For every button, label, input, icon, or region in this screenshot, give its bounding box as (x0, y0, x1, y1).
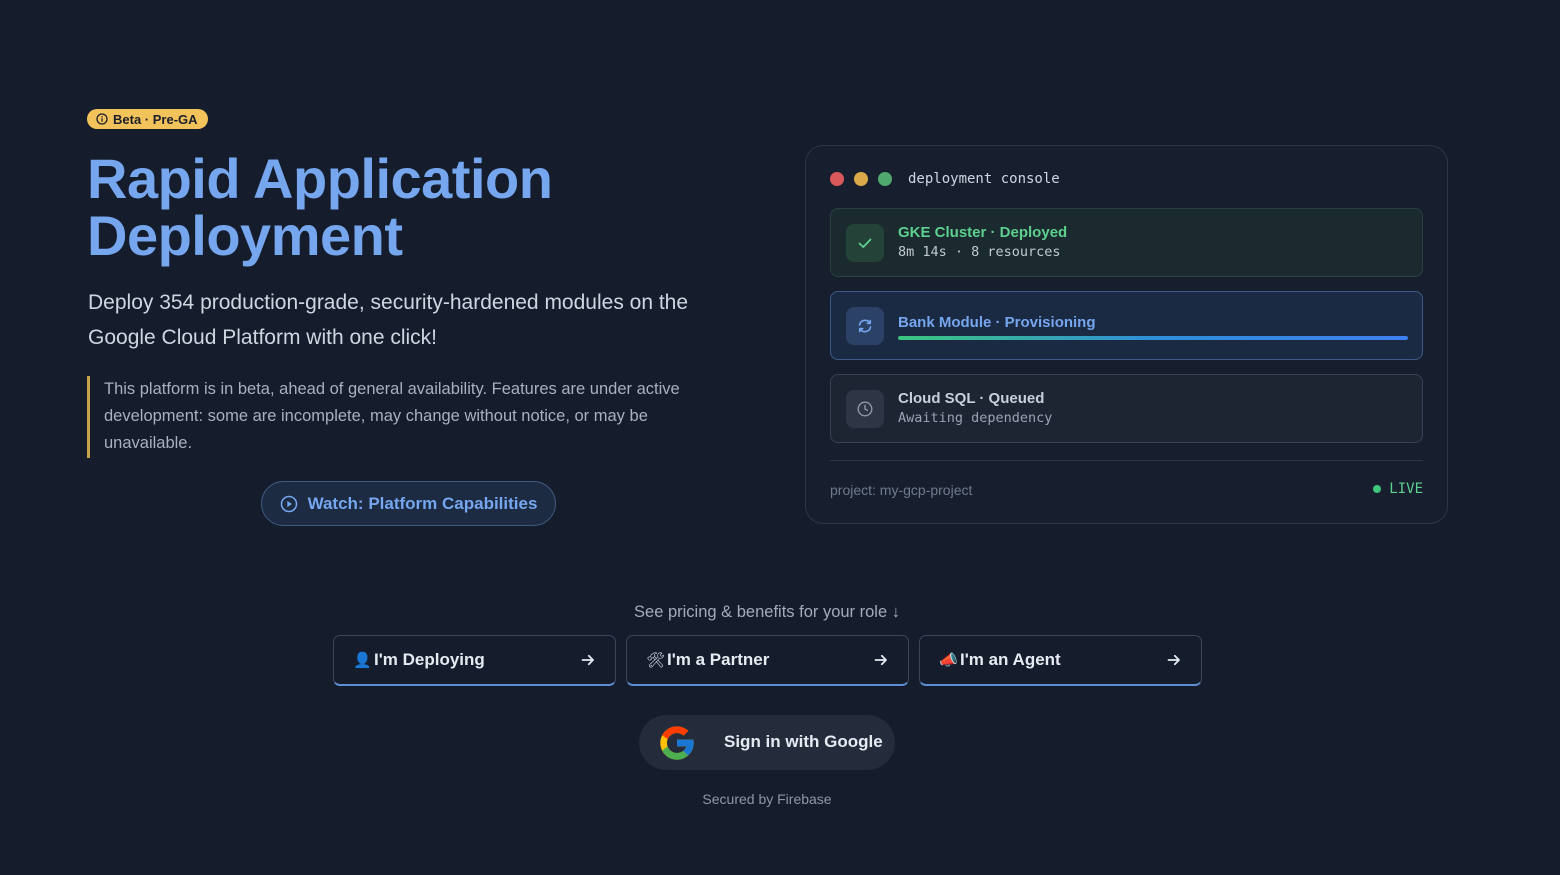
step-name: Bank Module · Provisioning (898, 314, 1096, 331)
role-label: I'm an Agent (960, 650, 1061, 669)
person-icon: 👤 (353, 651, 372, 669)
window-close-dot (830, 172, 844, 186)
hero-subtitle: Deploy 354 production-grade, security-ha… (88, 291, 689, 349)
step-name: GKE Cluster · Deployed (898, 224, 1068, 241)
arrow-right-icon (874, 654, 887, 666)
step-gke-cluster: GKE Cluster · Deployed 8m 14s · 8 resour… (830, 208, 1423, 277)
beta-badge-label: Beta · Pre-GA (113, 111, 198, 127)
role-agent-button[interactable]: 📣 I'm an Agent (919, 635, 1202, 686)
beta-notice: This platform is in beta, ahead of gener… (87, 376, 727, 458)
live-label: LIVE (1389, 481, 1423, 497)
google-logo-icon (660, 726, 694, 760)
check-icon (846, 224, 884, 262)
live-indicator: LIVE (1373, 481, 1423, 497)
console-header: deployment console (830, 171, 1060, 187)
role-label: I'm a Partner (667, 650, 770, 669)
page-title: Rapid Application Deployment (87, 147, 553, 267)
progress-fill (898, 336, 1408, 340)
clock-icon (846, 390, 884, 428)
google-sign-in-button[interactable]: Sign in with Google (639, 715, 895, 770)
step-name: Cloud SQL · Queued (898, 390, 1045, 407)
window-maximize-dot (878, 172, 892, 186)
role-partner-button[interactable]: 🛠 I'm a Partner (626, 635, 909, 686)
console-title: deployment console (908, 171, 1060, 187)
arrow-right-icon (581, 654, 594, 666)
arrow-right-icon (1167, 654, 1180, 666)
megaphone-icon: 📣 (939, 651, 958, 669)
step-cloud-sql: Cloud SQL · Queued Awaiting dependency (830, 374, 1423, 443)
window-minimize-dot (854, 172, 868, 186)
live-dot-icon (1373, 485, 1382, 493)
info-icon (96, 113, 108, 125)
step-bank-module: Bank Module · Provisioning (830, 291, 1423, 360)
play-circle-icon (280, 495, 297, 512)
step-detail: Awaiting dependency (898, 410, 1053, 426)
secured-by-label: Secured by Firebase (702, 791, 832, 807)
step-detail: 8m 14s · 8 resources (898, 244, 1061, 260)
refresh-icon (846, 307, 884, 345)
deployment-console: deployment console GKE Cluster · Deploye… (805, 145, 1448, 524)
provisioning-progress-bar (898, 336, 1408, 340)
tools-icon: 🛠 (646, 651, 666, 669)
role-label: I'm Deploying (374, 650, 485, 669)
role-caption: See pricing & benefits for your role ↓ (634, 603, 900, 621)
landing-page: Beta · Pre-GA Rapid Application Deployme… (0, 0, 1560, 875)
role-deploying-button[interactable]: 👤 I'm Deploying (333, 635, 616, 686)
divider (830, 460, 1423, 461)
project-label: project: my-gcp-project (830, 482, 973, 498)
watch-capabilities-label: Watch: Platform Capabilities (307, 493, 538, 513)
watch-capabilities-button[interactable]: Watch: Platform Capabilities (261, 481, 556, 526)
beta-badge: Beta · Pre-GA (87, 109, 208, 129)
google-sign-in-label: Sign in with Google (724, 732, 883, 751)
